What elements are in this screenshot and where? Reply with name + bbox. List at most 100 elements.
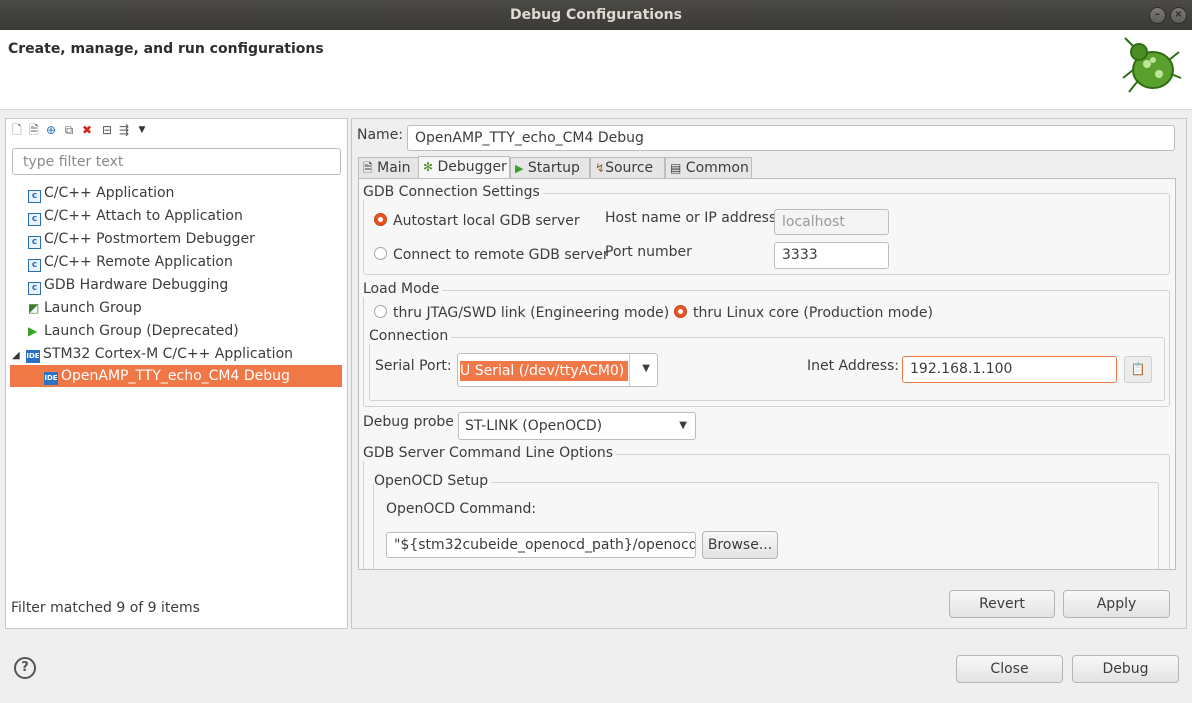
duplicate-icon[interactable]: ⧉ [62, 123, 76, 137]
collapse-all-icon[interactable]: ⊟ [100, 123, 114, 137]
tree-item-cpp-attach[interactable]: c C/C++ Attach to Application [28, 205, 243, 227]
dialog-header: Create, manage, and run configurations [0, 30, 1192, 110]
run-icon: ▶ [28, 324, 38, 338]
inet-address-input[interactable]: 192.168.1.100 [902, 356, 1117, 383]
autostart-radio[interactable]: Autostart local GDB server [374, 213, 580, 229]
filter-input[interactable] [12, 148, 341, 175]
common-tab-icon: ▤ [670, 161, 682, 175]
filter-status: Filter matched 9 of 9 items [11, 600, 200, 616]
tree-item-stm32-cortex-m[interactable]: ◢ IDE STM32 Cortex-M C/C++ Application [12, 343, 293, 365]
remote-label: Connect to remote GDB server [393, 247, 609, 263]
openocd-command-input[interactable]: "${stm32cubeide_openocd_path}/openocd" [386, 532, 696, 558]
launch-group-icon: ◩ [28, 301, 40, 315]
radio-unselected-icon [374, 305, 387, 318]
tree-item-label: Launch Group (Deprecated) [44, 323, 239, 339]
export-icon[interactable]: ⊕ [44, 123, 58, 137]
tab-debugger[interactable]: ✻ Debugger [418, 156, 510, 180]
expand-arrow-icon[interactable]: ◢ [12, 345, 26, 367]
tree-item-label: OpenAMP_TTY_echo_CM4 Debug [61, 368, 290, 384]
gdb-connection-label: GDB Connection Settings [363, 184, 543, 200]
source-icon: ↯ [595, 161, 606, 175]
radio-selected-icon [374, 213, 387, 226]
help-icon[interactable]: ? [14, 657, 36, 679]
run-icon: ▶ [515, 162, 524, 175]
debug-button[interactable]: Debug [1072, 655, 1179, 683]
tree-item-cpp-application[interactable]: c C/C++ Application [28, 182, 174, 204]
new-prototype-icon[interactable]: 🗎 [27, 123, 41, 137]
c-config-icon: c [28, 213, 41, 226]
debug-probe-label: Debug probe [363, 414, 454, 430]
debug-probe-value: ST-LINK (OpenOCD) [465, 418, 603, 434]
tab-main[interactable]: 🗎 Main [358, 157, 419, 179]
configuration-tree-panel: 🗋 🗎 ⊕ ⧉ ✖ ⊟ ⇶ ▼ cC/C++ Application cC/C+… [5, 118, 348, 629]
revert-button[interactable]: Revert [949, 590, 1055, 618]
name-label: Name: [357, 127, 404, 143]
ide-icon: IDE [26, 350, 40, 363]
tab-label: Debugger [437, 159, 507, 175]
tab-label: Main [377, 160, 411, 176]
openocd-command-label: OpenOCD Command: [386, 501, 537, 517]
name-field[interactable]: OpenAMP_TTY_echo_CM4 Debug [407, 125, 1175, 151]
delete-icon[interactable]: ✖ [80, 123, 94, 137]
filter-icon[interactable]: ⇶ [117, 123, 131, 137]
tree-item-launch-group-deprecated[interactable]: ▶ Launch Group (Deprecated) [28, 320, 239, 342]
apply-button[interactable]: Apply [1063, 590, 1170, 618]
remote-radio[interactable]: Connect to remote GDB server [374, 247, 609, 263]
main-tab-icon: 🗎 [363, 161, 373, 175]
tab-source[interactable]: ↯Source [590, 157, 665, 179]
serial-port-label: Serial Port: [375, 358, 452, 374]
tree-item-label: Launch Group [44, 300, 142, 316]
c-config-icon: c [28, 259, 41, 272]
linux-label: thru Linux core (Production mode) [693, 305, 933, 321]
port-input[interactable]: 3333 [774, 242, 889, 269]
autostart-label: Autostart local GDB server [393, 213, 580, 229]
tree-item-launch-group[interactable]: ◩ Launch Group [28, 297, 142, 319]
gdb-server-options-label: GDB Server Command Line Options [363, 445, 617, 461]
connection-label: Connection [369, 328, 452, 344]
linux-radio[interactable]: thru Linux core (Production mode) [674, 305, 933, 321]
bug-small-icon: ✻ [423, 160, 434, 174]
host-label: Host name or IP address [605, 210, 777, 226]
debugger-tab-content: GDB Connection Settings Autostart local … [358, 178, 1176, 570]
openocd-setup-label: OpenOCD Setup [374, 473, 492, 489]
close-window-icon[interactable]: × [1170, 7, 1187, 24]
chevron-down-icon: ▼ [642, 363, 650, 374]
radio-selected-icon [674, 305, 687, 318]
host-input[interactable]: localhost [774, 209, 889, 235]
tab-startup[interactable]: ▶ Startup [510, 157, 590, 179]
port-label: Port number [605, 244, 692, 260]
close-button[interactable]: Close [956, 655, 1063, 683]
tab-label: Startup [527, 160, 580, 176]
tree-item-label: STM32 Cortex-M C/C++ Application [43, 346, 294, 362]
inet-address-label: Inet Address: [807, 358, 900, 374]
tree-item-cpp-postmortem[interactable]: c C/C++ Postmortem Debugger [28, 228, 255, 250]
serial-port-value: U Serial (/dev/ttyACM0) [460, 361, 629, 381]
tab-label: Common [685, 160, 749, 176]
c-config-icon: c [28, 190, 41, 203]
window-title-bar: Debug Configurations – × [0, 0, 1192, 30]
c-config-icon: c [28, 282, 41, 295]
c-config-icon: c [28, 236, 41, 249]
minimize-icon[interactable]: – [1149, 7, 1166, 24]
load-mode-label: Load Mode [363, 281, 443, 297]
tree-item-cpp-remote[interactable]: c C/C++ Remote Application [28, 251, 233, 273]
tree-item-gdb-hardware[interactable]: c GDB Hardware Debugging [28, 274, 228, 296]
tab-common[interactable]: ▤ Common [665, 157, 752, 179]
browse-button[interactable]: Browse... [702, 531, 778, 559]
clipboard-icon[interactable]: 📋 [1124, 356, 1152, 383]
header-title: Create, manage, and run configurations [8, 41, 324, 57]
tree-item-label: C/C++ Application [44, 185, 175, 201]
tree-item-label: C/C++ Remote Application [44, 254, 233, 270]
radio-unselected-icon [374, 247, 387, 260]
debug-probe-select[interactable]: ST-LINK (OpenOCD) ▼ [458, 412, 696, 440]
tree-item-label: C/C++ Attach to Application [44, 208, 243, 224]
chevron-down-icon[interactable]: ▼ [135, 123, 149, 137]
bug-icon [1122, 37, 1182, 93]
window-title: Debug Configurations [510, 7, 682, 23]
serial-port-select[interactable]: U Serial (/dev/ttyACM0) ▼ [457, 353, 658, 387]
new-config-icon[interactable]: 🗋 [10, 123, 24, 137]
chevron-down-icon: ▼ [679, 420, 687, 431]
jtag-radio[interactable]: thru JTAG/SWD link (Engineering mode) [374, 305, 669, 321]
tree-item-openamp-debug[interactable]: IDE OpenAMP_TTY_echo_CM4 Debug [44, 365, 290, 387]
tab-label: Source [605, 160, 654, 176]
